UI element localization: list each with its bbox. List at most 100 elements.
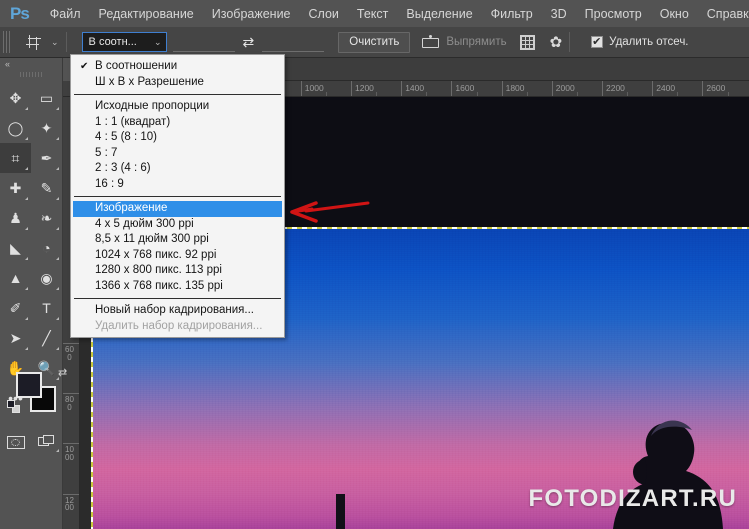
line-shape-tool[interactable]: ╱ [31, 323, 62, 353]
dropdown-item[interactable]: 4 x 5 дюйм 300 ppi [71, 217, 284, 233]
history-brush-tool[interactable]: ❧ [31, 203, 62, 233]
swap-colors-icon[interactable]: ⇄ [58, 366, 67, 379]
ruler-minor-tick [376, 92, 378, 96]
paint-bucket-tool-icon: ◔ [42, 240, 51, 256]
straighten-label[interactable]: Выпрямить [446, 36, 506, 48]
dodge-tool[interactable]: ◉ [31, 263, 62, 293]
tool-expand-triangle [25, 137, 28, 140]
default-colors-icon[interactable] [7, 400, 20, 413]
dropdown-item-label: В соотношении [95, 60, 178, 72]
dodge-tool-icon: ◉ [40, 270, 53, 286]
dropdown-item[interactable]: 8,5 x 11 дюйм 300 ppi [71, 232, 284, 248]
menu-item-3d[interactable]: 3D [542, 3, 576, 25]
tools-panel-grip[interactable] [20, 72, 42, 77]
dropdown-item[interactable]: ✔ В соотношении [71, 59, 284, 75]
check-icon: ✔ [80, 61, 89, 72]
crop-preset-dropdown[interactable]: ✔ В соотношении Ш х В х Разрешение Исходные… [70, 54, 285, 338]
options-bar-grip[interactable] [3, 31, 10, 53]
dropdown-item[interactable]: Ш х В х Разрешение [71, 75, 284, 91]
dropdown-item[interactable]: 1366 x 768 пикс. 135 ppi [71, 279, 284, 295]
tools-bottom-icons [0, 428, 63, 456]
menu-item-text[interactable]: Текст [348, 3, 397, 25]
eyedropper-tool[interactable]: ✒ [31, 143, 62, 173]
delete-cropped-pixels-checkbox[interactable]: Удалить отсеч. [591, 35, 689, 48]
eraser-tool[interactable]: ◣ [0, 233, 31, 263]
dropdown-item-label: Изображение [95, 202, 168, 214]
marquee-tool[interactable]: ▭ [31, 83, 62, 113]
dropdown-item-label: 2 : 3 (4 : 6) [95, 162, 151, 174]
tools-panel-collapse[interactable]: « [0, 58, 62, 70]
crop-width-input[interactable] [172, 32, 235, 52]
crop-ratio-value: В соотн... [88, 36, 137, 48]
menu-item-view[interactable]: Просмотр [576, 3, 651, 25]
tool-expand-triangle [25, 197, 28, 200]
lasso-tool[interactable]: ◯ [0, 113, 31, 143]
magic-wand-tool[interactable]: ✦ [31, 113, 62, 143]
dropdown-item-label: Ш х В х Разрешение [95, 75, 204, 88]
tool-expand-triangle [56, 167, 59, 170]
crop-ratio-select[interactable]: В соотн... ⌄ [81, 32, 167, 52]
straighten-icon[interactable] [422, 35, 440, 49]
dropdown-item[interactable]: Исходные пропорции [71, 99, 284, 115]
dropdown-item-label: Исходные пропорции [95, 100, 210, 112]
swap-arrows-icon[interactable]: ⇄ [243, 34, 255, 51]
dropdown-item[interactable]: 4 : 5 (8 : 10) [71, 130, 284, 146]
dropdown-item-label: 1280 x 800 пикс. 113 ppi [95, 264, 222, 276]
clone-stamp-tool[interactable]: ♟ [0, 203, 31, 233]
pen-tool[interactable]: ✐ [0, 293, 31, 323]
menu-item-select[interactable]: Выделение [397, 3, 481, 25]
menu-item-filter[interactable]: Фильтр [482, 3, 542, 25]
dropdown-item[interactable]: 2 : 3 (4 : 6) [71, 161, 284, 177]
pole-silhouette [336, 494, 345, 529]
ruler-label: 1200 [65, 495, 74, 513]
crop-height-input[interactable] [262, 32, 325, 52]
dropdown-item[interactable]: Новый набор кадрирования... [71, 303, 284, 319]
dropdown-item[interactable]: 1280 x 800 пикс. 113 ppi [71, 263, 284, 279]
divider [569, 32, 571, 52]
crop-tool[interactable]: ⌗ [0, 143, 31, 173]
type-tool[interactable]: T [31, 293, 62, 323]
ruler-minor-tick [627, 92, 629, 96]
move-tool-icon: ✥ [9, 90, 22, 106]
clone-stamp-tool-icon: ♟ [9, 210, 22, 226]
dropdown-item: Удалить набор кадрирования... [71, 319, 284, 335]
dropdown-item[interactable]: 16 : 9 [71, 177, 284, 193]
brush-tool[interactable]: ✎ [31, 173, 62, 203]
healing-brush-tool[interactable]: ✚ [0, 173, 31, 203]
foreground-color-swatch[interactable] [16, 372, 42, 398]
dropdown-item-label: 1 : 1 (квадрат) [95, 115, 171, 128]
quick-mask-icon[interactable] [0, 428, 31, 456]
tool-expand-triangle [25, 107, 28, 110]
move-tool[interactable]: ✥ [0, 83, 31, 113]
dropdown-item[interactable]: 5 : 7 [71, 146, 284, 162]
blur-tool[interactable]: ▲ [0, 263, 31, 293]
ruler-label: 600 [65, 345, 74, 362]
ruler-tick [63, 343, 79, 344]
eraser-tool-icon: ◣ [10, 240, 21, 256]
dropdown-item[interactable]: 1024 x 768 пикс. 92 ppi [71, 248, 284, 264]
ruler-label: 1200 [355, 83, 374, 93]
menu-item-file[interactable]: Файл [41, 3, 90, 25]
line-shape-tool-icon: ╱ [42, 330, 51, 346]
menu-item-edit[interactable]: Редактирование [90, 3, 203, 25]
menu-item-window[interactable]: Окно [651, 3, 698, 25]
dropdown-item[interactable]: 1 : 1 (квадрат) [71, 115, 284, 131]
ruler-minor-tick [576, 92, 578, 96]
ruler-tick [300, 81, 302, 96]
paint-bucket-tool[interactable]: ◔ [31, 233, 62, 263]
tool-expand-triangle [56, 227, 59, 230]
grid-overlay-icon[interactable] [519, 34, 535, 50]
menu-item-help[interactable]: Справка [698, 3, 749, 25]
crop-tool-icon[interactable] [18, 30, 48, 54]
menu-item-layers[interactable]: Слои [300, 3, 348, 25]
dropdown-item[interactable]: Изображение [73, 201, 282, 217]
red-arrow-pointing-left [290, 201, 370, 223]
menu-item-image[interactable]: Изображение [203, 3, 300, 25]
gear-icon[interactable]: ✿ [550, 35, 563, 50]
clear-button[interactable]: Очистить [338, 31, 411, 53]
screen-mode-icon[interactable] [31, 428, 62, 456]
ruler-tick [602, 81, 603, 96]
magic-wand-tool-icon: ✦ [40, 120, 53, 136]
chevron-down-icon[interactable]: ⌄ [51, 37, 59, 48]
path-selection-tool[interactable]: ➤ [0, 323, 31, 353]
